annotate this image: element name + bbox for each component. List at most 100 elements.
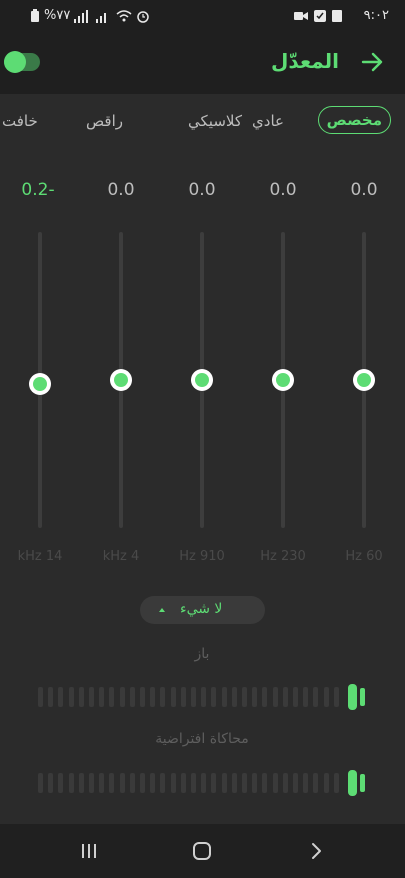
slider-tick (242, 773, 247, 793)
slider-tick (252, 687, 258, 707)
freq-label-14khz: kHz 14 (17, 549, 63, 564)
slider-tick (38, 687, 43, 707)
slider-tick (48, 687, 54, 707)
preset-normal[interactable]: عادي (252, 112, 284, 130)
slider-tick (99, 773, 105, 793)
slider-tick (293, 687, 298, 707)
slider-knob-tail (360, 774, 365, 792)
status-right-icons: ٩:٠٢ (293, 8, 389, 23)
band-thumb-60hz[interactable] (353, 369, 375, 391)
slider-tick (129, 687, 135, 707)
slider-tick (109, 773, 115, 793)
preset-dance[interactable]: راقص (86, 112, 123, 130)
slider-tick (170, 687, 176, 707)
battery-icon (31, 8, 39, 22)
freq-label-4khz: kHz 4 (102, 549, 140, 564)
slider-tick (272, 687, 278, 707)
band-value-910hz: 0.0 (188, 180, 216, 200)
slider-tick (293, 773, 298, 793)
battery-percent: %٧٧ (44, 8, 71, 23)
slider-tick (333, 773, 339, 793)
signal-icon-2 (96, 12, 107, 23)
preset-custom[interactable]: مخصص (317, 106, 391, 134)
freq-label-910hz: Hz 910 (179, 549, 225, 564)
band-thumb-14khz[interactable] (29, 372, 51, 395)
page-title: المعدّل (271, 49, 339, 73)
slider-tick (119, 773, 125, 793)
freq-label-230hz: Hz 230 (260, 549, 306, 564)
slider-tick (313, 773, 319, 793)
band-value-4khz: 0.0 (107, 180, 135, 200)
slider-knob[interactable] (348, 684, 357, 710)
slider-tick (323, 773, 329, 793)
slider-tick (303, 773, 309, 793)
reverb-selected-value: لا شيء (180, 601, 223, 617)
slider-tick (78, 687, 84, 707)
slider-tick (180, 687, 186, 707)
home-icon[interactable] (189, 838, 215, 864)
power-toggle[interactable] (4, 51, 40, 73)
slider-tick (333, 687, 339, 707)
alarm-icon (137, 10, 150, 23)
system-nav-bar (0, 824, 405, 878)
slider-tick (303, 687, 309, 707)
preset-soft[interactable]: خافت (2, 112, 38, 130)
signal-icon (74, 9, 89, 23)
status-bar: %٧٧ ٩:٠٢ (0, 0, 405, 32)
recent-apps-icon[interactable] (76, 838, 102, 864)
slider-tick (160, 773, 166, 793)
slider-tick (221, 773, 227, 793)
toggle-knob (4, 51, 26, 73)
slider-tick (201, 687, 207, 707)
slider-knob-tail (360, 688, 365, 706)
slider-tick (89, 773, 94, 793)
caret-up-icon (159, 608, 165, 612)
slider-tick (140, 687, 145, 707)
virtualizer-label: محاكاة افتراضية (155, 731, 249, 747)
slider-tick (282, 773, 288, 793)
photo-icon (331, 9, 342, 22)
slider-tick (201, 773, 207, 793)
slider-tick (211, 773, 217, 793)
band-value-60hz: 0.0 (350, 180, 378, 200)
band-thumb-4khz[interactable] (110, 369, 132, 391)
slider-tick (242, 687, 247, 707)
bass-label: باز (194, 646, 210, 662)
slider-tick (129, 773, 135, 793)
slider-tick (170, 773, 176, 793)
slider-tick (38, 773, 43, 793)
status-time: ٩:٠٢ (363, 8, 389, 23)
slider-tick (221, 687, 227, 707)
band-thumb-910hz[interactable] (191, 369, 213, 391)
slider-tick (140, 773, 145, 793)
preset-classical[interactable]: كلاسيكي (188, 112, 242, 130)
preset-tabs: مخصص عادي كلاسيكي راقص خافت (0, 94, 405, 156)
check-icon (313, 9, 326, 22)
slider-tick (180, 773, 186, 793)
reverb-dropdown[interactable]: لا شيء (140, 596, 265, 624)
slider-tick (89, 687, 94, 707)
slider-tick (323, 687, 329, 707)
back-arrow-icon[interactable] (361, 51, 383, 73)
slider-tick (231, 687, 237, 707)
app-header: المعدّل (0, 32, 405, 94)
bass-slider[interactable] (38, 684, 368, 710)
slider-tick (150, 773, 156, 793)
slider-tick (262, 687, 268, 707)
slider-tick (58, 773, 64, 793)
slider-tick (191, 773, 196, 793)
slider-tick (48, 773, 54, 793)
band-value-14khz: 0.2- (21, 180, 55, 200)
slider-knob[interactable] (348, 770, 357, 796)
back-icon[interactable] (303, 838, 329, 864)
band-thumb-230hz[interactable] (272, 369, 294, 391)
slider-tick (191, 687, 196, 707)
slider-tick (109, 687, 115, 707)
slider-tick (282, 687, 288, 707)
freq-label-60hz: Hz 60 (345, 549, 383, 564)
video-icon (293, 11, 308, 20)
slider-tick (99, 687, 105, 707)
slider-tick (231, 773, 237, 793)
virtualizer-slider[interactable] (38, 770, 368, 796)
slider-tick (313, 687, 319, 707)
